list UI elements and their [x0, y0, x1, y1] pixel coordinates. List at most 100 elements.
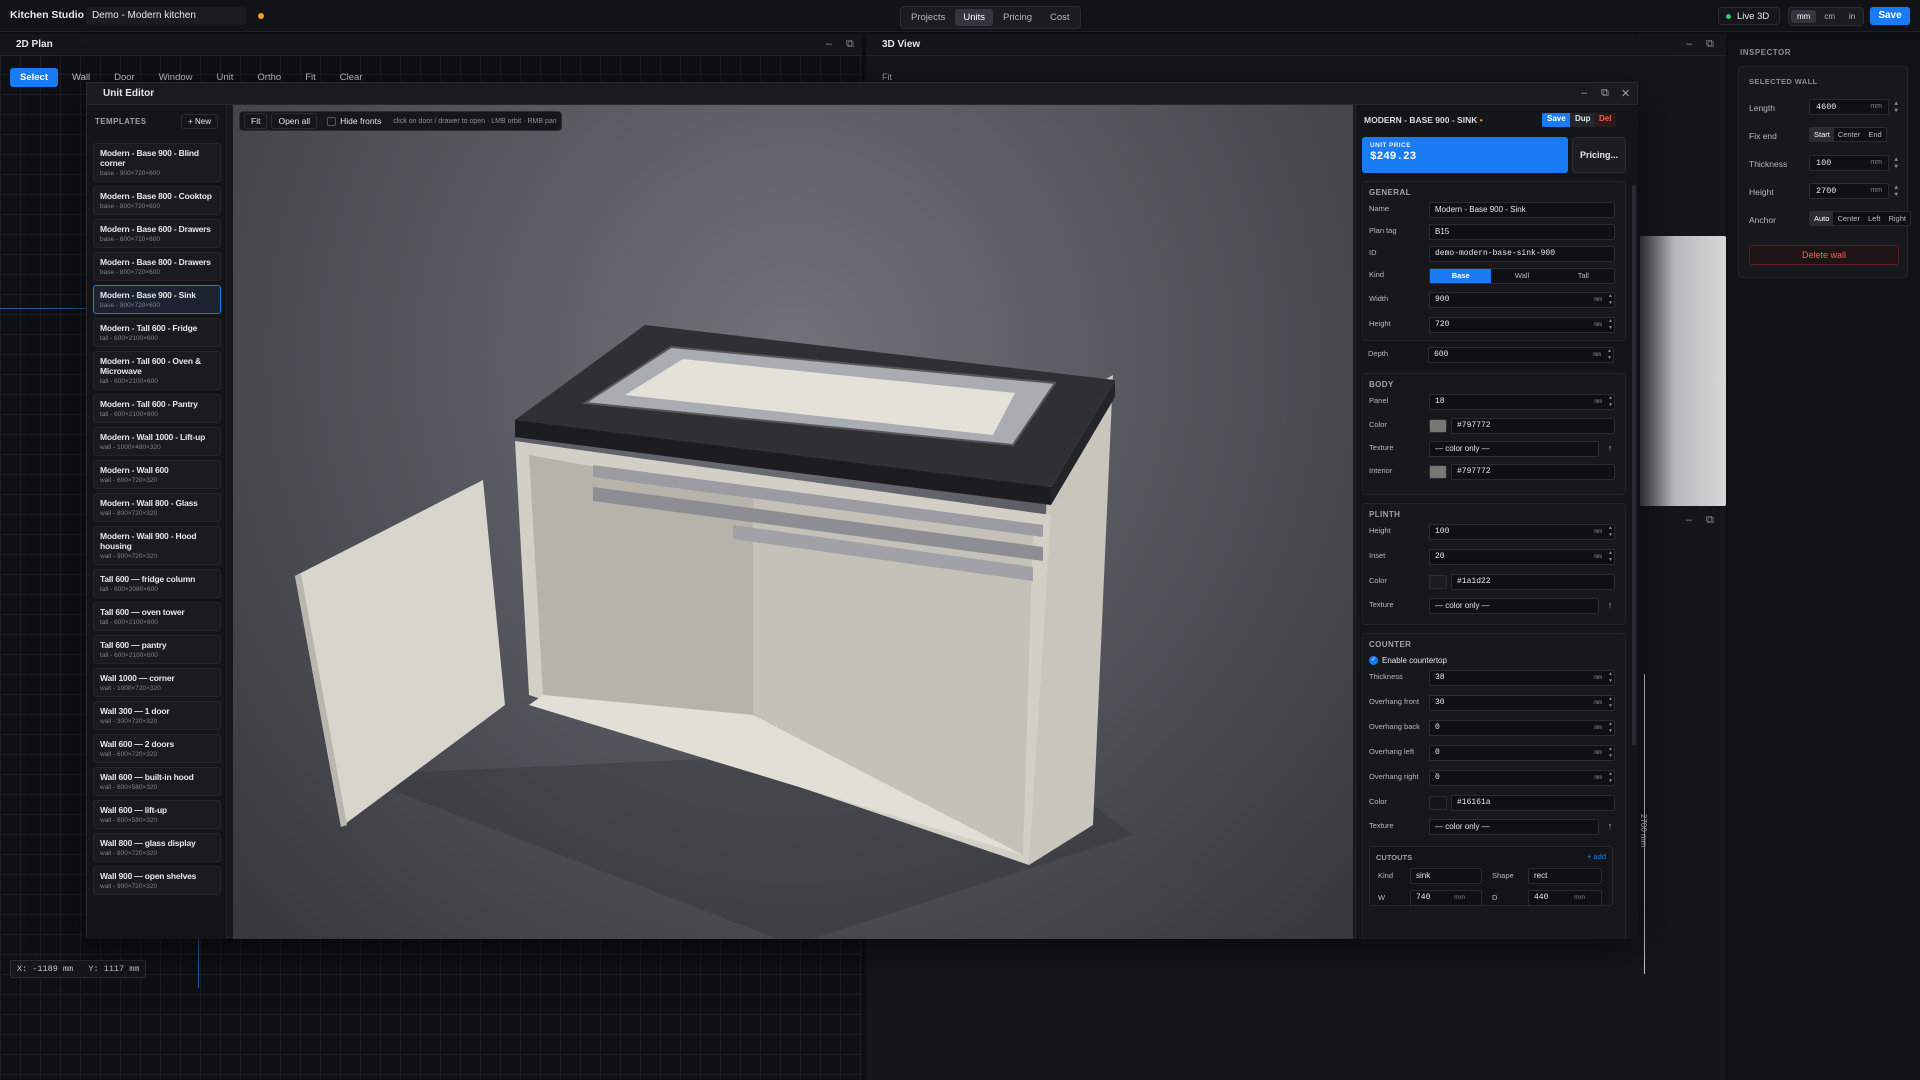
- popout-icon[interactable]: ⧉: [1706, 38, 1714, 51]
- stepper-icon[interactable]: ▲ ▼: [1609, 771, 1612, 785]
- overhang-back-input[interactable]: 0 mm ▲ ▼: [1429, 720, 1615, 736]
- template-item[interactable]: Modern - Base 800 - Cooktop base - 800×72…: [93, 186, 221, 215]
- name-input[interactable]: Modern - Base 900 - Sink: [1429, 202, 1615, 218]
- nav-cost[interactable]: Cost: [1042, 9, 1078, 26]
- anchor-left[interactable]: Left: [1864, 212, 1885, 225]
- minimize-icon[interactable]: ‒: [826, 38, 832, 50]
- upload-icon[interactable]: ↑: [1603, 819, 1617, 835]
- tool-select[interactable]: Select: [10, 68, 58, 87]
- open-all-button[interactable]: Open all: [271, 113, 318, 129]
- cutout-kind-input[interactable]: sink: [1410, 868, 1482, 884]
- panel-input[interactable]: 18 mm ▲ ▼: [1429, 394, 1615, 410]
- plinth-texture-select[interactable]: — color only —: [1429, 598, 1599, 614]
- template-item[interactable]: Modern - Base 900 - Sink base - 900×720×6…: [93, 285, 221, 314]
- plan-tag-input[interactable]: B15: [1429, 224, 1615, 240]
- plinth-color-swatch[interactable]: [1429, 575, 1447, 589]
- kind-tall[interactable]: Tall: [1553, 269, 1614, 283]
- template-item[interactable]: Modern - Wall 600 wall - 600×720×320: [93, 460, 221, 489]
- template-item[interactable]: Wall 600 — lift-up wall - 600×580×320: [93, 800, 221, 829]
- stepper-icon[interactable]: ▲ ▼: [1609, 395, 1612, 409]
- unit-mm[interactable]: mm: [1791, 10, 1817, 23]
- delete-unit-button[interactable]: Del: [1594, 113, 1617, 127]
- stepper-icon[interactable]: ▲ ▼: [1609, 293, 1612, 307]
- template-item[interactable]: Wall 900 — open shelves wall - 900×720×32…: [93, 866, 221, 895]
- popout-icon[interactable]: ⧉: [1706, 514, 1714, 527]
- anchor-right[interactable]: Right: [1884, 212, 1910, 225]
- stepper-icon[interactable]: ▲ ▼: [1609, 696, 1612, 710]
- stepper-icon[interactable]: ▲ ▼: [1894, 100, 1898, 114]
- hide-fronts-checkbox[interactable]: [327, 116, 337, 126]
- template-item[interactable]: Wall 800 — glass display wall - 800×720×3…: [93, 833, 221, 862]
- unit-cm[interactable]: cm: [1818, 10, 1841, 23]
- counter-thickness-input[interactable]: 38 mm ▲ ▼: [1429, 670, 1615, 686]
- stepper-icon[interactable]: ▲ ▼: [1609, 671, 1612, 685]
- live-3d-toggle[interactable]: Live 3D: [1718, 7, 1781, 25]
- fixend-start[interactable]: Start: [1810, 128, 1834, 141]
- fixend-center[interactable]: Center: [1834, 128, 1865, 141]
- unit-3d-viewport[interactable]: Fit Open all Hide fronts click on door /…: [233, 105, 1353, 939]
- fixend-end[interactable]: End: [1864, 128, 1885, 141]
- length-input[interactable]: 4600 mm ▲ ▼: [1809, 99, 1898, 115]
- counter-color-input[interactable]: #16161a: [1451, 795, 1615, 811]
- minimize-icon[interactable]: ‒: [1686, 514, 1692, 526]
- nav-pricing[interactable]: Pricing: [995, 9, 1040, 26]
- minimize-icon[interactable]: ‒: [1686, 38, 1692, 50]
- delete-wall-button[interactable]: Delete wall: [1749, 245, 1899, 265]
- duplicate-button[interactable]: Dup: [1570, 113, 1596, 127]
- kind-base[interactable]: Base: [1430, 269, 1492, 283]
- template-item[interactable]: Tall 600 — fridge column tall - 600×2080×…: [93, 569, 221, 598]
- depth-input[interactable]: 600 mm ▲ ▼: [1428, 347, 1614, 363]
- template-item[interactable]: Modern - Wall 1000 - Lift-up wall - 1000×…: [93, 427, 221, 456]
- anchor-auto[interactable]: Auto: [1810, 212, 1834, 225]
- unit-save-button[interactable]: Save: [1542, 113, 1571, 127]
- enable-countertop-checkbox[interactable]: ✓: [1369, 656, 1378, 665]
- counter-texture-select[interactable]: — color only —: [1429, 819, 1599, 835]
- template-item[interactable]: Modern - Base 600 - Drawers base - 600×72…: [93, 219, 221, 248]
- template-item[interactable]: Wall 600 — built-in hood wall - 600×580×3…: [93, 767, 221, 796]
- viewport-fit-button[interactable]: Fit: [244, 113, 268, 129]
- height-input[interactable]: 2700 mm ▲ ▼: [1809, 183, 1898, 199]
- upload-icon[interactable]: ↑: [1603, 598, 1617, 614]
- interior-color-input[interactable]: #797772: [1451, 464, 1615, 480]
- close-icon[interactable]: ✕: [1621, 87, 1630, 100]
- width-input[interactable]: 900 mm ▲ ▼: [1429, 292, 1615, 308]
- template-item[interactable]: Modern - Tall 600 - Pantry tall - 600×210…: [93, 394, 221, 423]
- cutout-shape-input[interactable]: rect: [1528, 868, 1602, 884]
- counter-color-swatch[interactable]: [1429, 796, 1447, 810]
- stepper-icon[interactable]: ▲ ▼: [1894, 156, 1898, 170]
- body-color-swatch[interactable]: [1429, 419, 1447, 433]
- overhang-front-input[interactable]: 30 mm ▲ ▼: [1429, 695, 1615, 711]
- template-item[interactable]: Modern - Tall 600 - Oven & Microwave tall…: [93, 351, 221, 390]
- template-item[interactable]: Modern - Tall 600 - Fridge tall - 600×210…: [93, 318, 221, 347]
- template-item[interactable]: Wall 600 — 2 doors wall - 600×720×320: [93, 734, 221, 763]
- template-item[interactable]: Wall 1000 — corner wall - 1000×720×320: [93, 668, 221, 697]
- stepper-icon[interactable]: ▲ ▼: [1609, 721, 1612, 735]
- unit-in[interactable]: in: [1843, 10, 1861, 23]
- new-template-button[interactable]: + New: [181, 114, 218, 129]
- stepper-icon[interactable]: ▲ ▼: [1609, 318, 1612, 332]
- template-item[interactable]: Tall 600 — oven tower tall - 600×2100×600: [93, 602, 221, 631]
- plinth-color-input[interactable]: #1a1d22: [1451, 574, 1615, 590]
- save-button[interactable]: Save: [1870, 7, 1910, 25]
- inset-input[interactable]: 20 mm ▲ ▼: [1429, 549, 1615, 565]
- project-name-field[interactable]: Demo - Modern kitchen: [86, 7, 246, 25]
- view3d-fit[interactable]: Fit: [882, 72, 892, 82]
- kind-wall[interactable]: Wall: [1491, 269, 1552, 283]
- overhang-right-input[interactable]: 0 mm ▲ ▼: [1429, 770, 1615, 786]
- upload-icon[interactable]: ↑: [1603, 441, 1617, 457]
- plinth-height-input[interactable]: 100 mm ▲ ▼: [1429, 524, 1615, 540]
- minimize-icon[interactable]: ‒: [1581, 87, 1587, 99]
- maximize-icon[interactable]: ⧉: [1601, 87, 1609, 100]
- thickness-input[interactable]: 100 mm ▲ ▼: [1809, 155, 1898, 171]
- template-item[interactable]: Modern - Wall 900 - Hood housing wall - 9…: [93, 526, 221, 565]
- cutout-d-input[interactable]: 440 mm: [1528, 890, 1602, 906]
- template-item[interactable]: Modern - Base 800 - Drawers base - 800×72…: [93, 252, 221, 281]
- body-texture-select[interactable]: — color only —: [1429, 441, 1599, 457]
- template-item[interactable]: Modern - Base 900 - Blind corner base - 9…: [93, 143, 221, 182]
- nav-units[interactable]: Units: [955, 9, 993, 26]
- template-item[interactable]: Tall 600 — pantry tall - 600×2100×600: [93, 635, 221, 664]
- interior-color-swatch[interactable]: [1429, 465, 1447, 479]
- stepper-icon[interactable]: ▲ ▼: [1608, 348, 1611, 362]
- template-item[interactable]: Wall 300 — 1 door wall - 300×720×320: [93, 701, 221, 730]
- nav-projects[interactable]: Projects: [903, 9, 953, 26]
